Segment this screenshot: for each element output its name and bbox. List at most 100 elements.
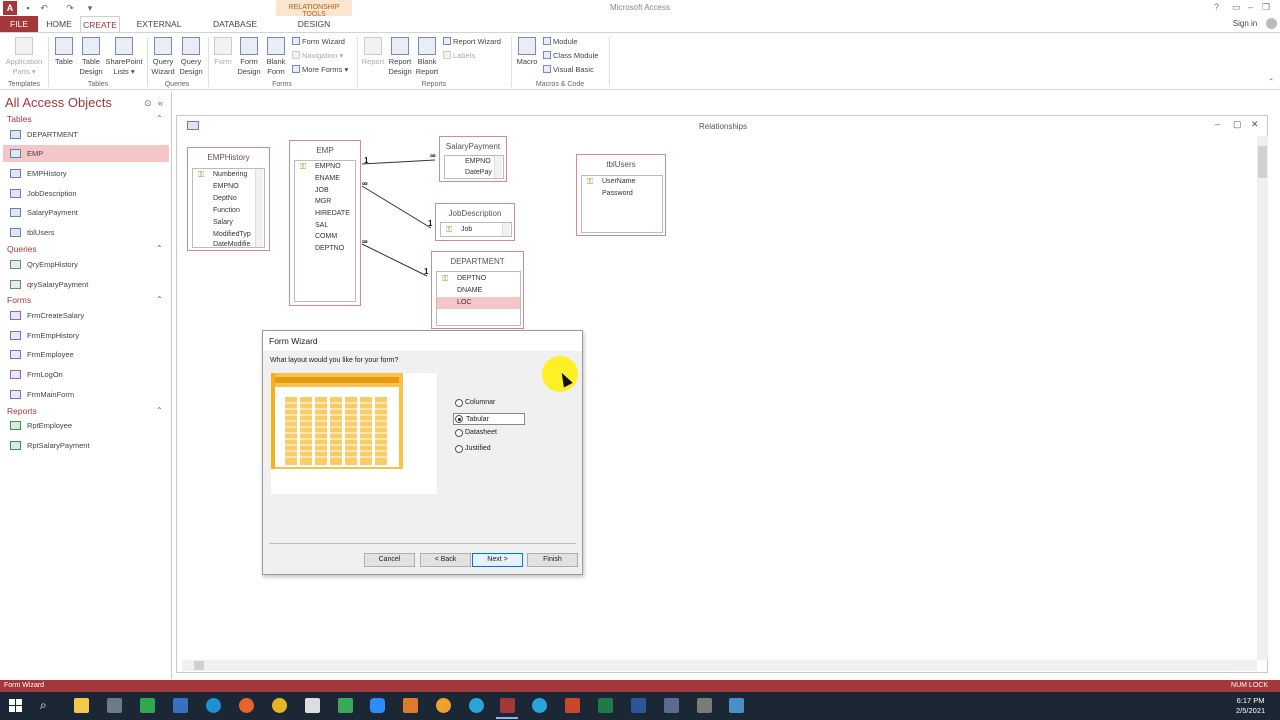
- finish-button[interactable]: Finish: [527, 553, 578, 567]
- option-datasheet[interactable]: Datasheet: [453, 427, 497, 439]
- next-button[interactable]: Next >: [472, 553, 523, 567]
- field-row[interactable]: COMM: [295, 231, 355, 243]
- field-row[interactable]: Password: [582, 188, 662, 200]
- nav-item-department[interactable]: DEPARTMENT: [3, 126, 169, 143]
- restore-icon[interactable]: ❐: [1262, 2, 1270, 13]
- app-icon[interactable]: [697, 698, 712, 713]
- module-button[interactable]: Module: [543, 37, 578, 47]
- app-icon[interactable]: [305, 698, 320, 713]
- sharepoint-lists-button[interactable]: SharePoint Lists ▾: [105, 37, 143, 77]
- edge-icon[interactable]: [206, 698, 221, 713]
- telegram-icon[interactable]: [469, 698, 484, 713]
- nav-item-rptemployee[interactable]: RptEmployee: [3, 417, 169, 434]
- option-justified[interactable]: Justified: [453, 443, 491, 455]
- tab-home[interactable]: HOME: [43, 16, 75, 32]
- tab-create[interactable]: CREATE: [80, 16, 120, 32]
- blank-form-button[interactable]: Blank Form: [263, 37, 289, 77]
- class-module-button[interactable]: Class Module: [543, 51, 598, 61]
- radio-button-selected[interactable]: [455, 415, 463, 423]
- nav-menu-icon[interactable]: ⊙: [144, 98, 152, 109]
- report-wizard-button[interactable]: Report Wizard: [443, 37, 501, 47]
- nav-item-jobdescription[interactable]: JobDescription: [3, 185, 169, 202]
- form-design-button[interactable]: Form Design: [236, 37, 262, 77]
- tab-external-data[interactable]: EXTERNAL DATA: [125, 16, 193, 45]
- field-list-scrollbar[interactable]: [494, 156, 502, 178]
- firefox-icon[interactable]: [239, 698, 254, 713]
- nav-section-forms[interactable]: Forms: [7, 295, 31, 305]
- more-forms-button[interactable]: More Forms ▾: [292, 65, 348, 75]
- form-wizard-button[interactable]: Form Wizard: [292, 37, 345, 47]
- scroll-thumb[interactable]: [194, 661, 204, 670]
- field-row[interactable]: ⚿ EMPNO: [295, 161, 355, 173]
- cancel-button[interactable]: Cancel: [364, 553, 415, 567]
- tab-file[interactable]: FILE: [0, 16, 38, 32]
- radio-button[interactable]: [455, 429, 463, 437]
- radio-button[interactable]: [455, 445, 463, 453]
- query-design-button[interactable]: Query Design: [177, 37, 205, 77]
- rel-table-emp[interactable]: EMP ⚿ EMPNO ENAME JOB MGR HIREDATE SAL CO…: [289, 140, 361, 306]
- collapse-queries-icon[interactable]: ⌃: [156, 244, 163, 253]
- field-row[interactable]: ⚿ DEPTNO: [437, 273, 520, 285]
- field-row[interactable]: ⚿ UserName: [582, 176, 662, 188]
- collapse-ribbon-icon[interactable]: ⌃: [1268, 77, 1274, 87]
- labels-button[interactable]: Labels: [443, 51, 475, 61]
- nav-item-emp[interactable]: EMP: [3, 145, 169, 162]
- telegram-icon[interactable]: [532, 698, 547, 713]
- form-button[interactable]: Form: [211, 37, 235, 67]
- collapse-reports-icon[interactable]: ⌃: [156, 406, 163, 415]
- nav-item-frmlogon[interactable]: FrmLogOn: [3, 366, 169, 383]
- rel-table-tblusers[interactable]: tblUsers ⚿ UserName Password: [576, 154, 666, 236]
- nav-item-salarypayment[interactable]: SalaryPayment: [3, 204, 169, 221]
- nav-item-frmmainform[interactable]: FrmMainForm: [3, 386, 169, 403]
- file-explorer-icon[interactable]: [74, 698, 89, 713]
- nav-item-rptsalarypayment[interactable]: RptSalaryPayment: [3, 437, 169, 454]
- access-icon[interactable]: [500, 698, 515, 713]
- macro-button[interactable]: Macro: [514, 37, 540, 67]
- field-row[interactable]: LOC: [437, 297, 520, 309]
- field-row[interactable]: EMPNO: [193, 181, 264, 193]
- chrome-icon[interactable]: [272, 698, 287, 713]
- field-row[interactable]: ⚿ Numbering: [193, 169, 264, 181]
- query-wizard-button[interactable]: Query Wizard: [150, 37, 176, 77]
- option-columnar[interactable]: Columnar: [453, 397, 495, 409]
- windows-start-icon[interactable]: [9, 699, 23, 713]
- collapse-tables-icon[interactable]: ⌃: [156, 114, 163, 123]
- tab-database-tools[interactable]: DATABASE TOOLS: [198, 16, 272, 45]
- blank-report-button[interactable]: Blank Report: [414, 37, 440, 77]
- rel-table-salarypayment[interactable]: SalaryPayment EMPNO DatePay: [439, 136, 507, 182]
- radio-button[interactable]: [455, 399, 463, 407]
- search-icon[interactable]: ⌕: [40, 698, 47, 713]
- sign-in-link[interactable]: Sign in: [1230, 16, 1260, 32]
- report-design-button[interactable]: Report Design: [386, 37, 414, 77]
- ribbon-display-icon[interactable]: ▭: [1232, 2, 1241, 13]
- back-button[interactable]: < Back: [420, 553, 471, 567]
- app-icon[interactable]: [664, 698, 679, 713]
- word-icon[interactable]: [631, 698, 646, 713]
- report-button[interactable]: Report: [360, 37, 386, 67]
- field-row[interactable]: ⚿ Job: [441, 224, 511, 236]
- field-row[interactable]: MGR: [295, 196, 355, 208]
- horizontal-scrollbar[interactable]: [182, 660, 1257, 671]
- field-row[interactable]: DateModifie: [193, 239, 255, 251]
- table-button[interactable]: Table: [52, 37, 76, 67]
- field-list-scrollbar[interactable]: [502, 223, 510, 236]
- app-icon[interactable]: [436, 698, 451, 713]
- nav-item-tblusers[interactable]: tblUsers: [3, 224, 169, 241]
- user-avatar-icon[interactable]: [1264, 16, 1278, 32]
- field-row[interactable]: Function: [193, 205, 264, 217]
- dialog-titlebar[interactable]: Form Wizard: [263, 331, 582, 351]
- help-icon[interactable]: ?: [1214, 2, 1219, 12]
- field-row[interactable]: Salary: [193, 217, 264, 229]
- zoom-icon[interactable]: [370, 698, 385, 713]
- application-parts-button[interactable]: Application Parts ▾: [3, 37, 45, 77]
- nav-section-tables[interactable]: Tables: [7, 114, 32, 124]
- app-icon[interactable]: [140, 698, 155, 713]
- nav-item-qryemphistory[interactable]: QryEmpHistory: [3, 256, 169, 273]
- app-icon[interactable]: [338, 698, 353, 713]
- field-row[interactable]: DEPTNO: [295, 243, 355, 255]
- scroll-thumb[interactable]: [1258, 146, 1267, 178]
- field-row[interactable]: DeptNo: [193, 193, 264, 205]
- nav-section-reports[interactable]: Reports: [7, 406, 37, 416]
- rel-table-emphistory[interactable]: EMPHistory ⚿ Numbering EMPNO DeptNo Funct…: [187, 147, 270, 251]
- collapse-forms-icon[interactable]: ⌃: [156, 295, 163, 304]
